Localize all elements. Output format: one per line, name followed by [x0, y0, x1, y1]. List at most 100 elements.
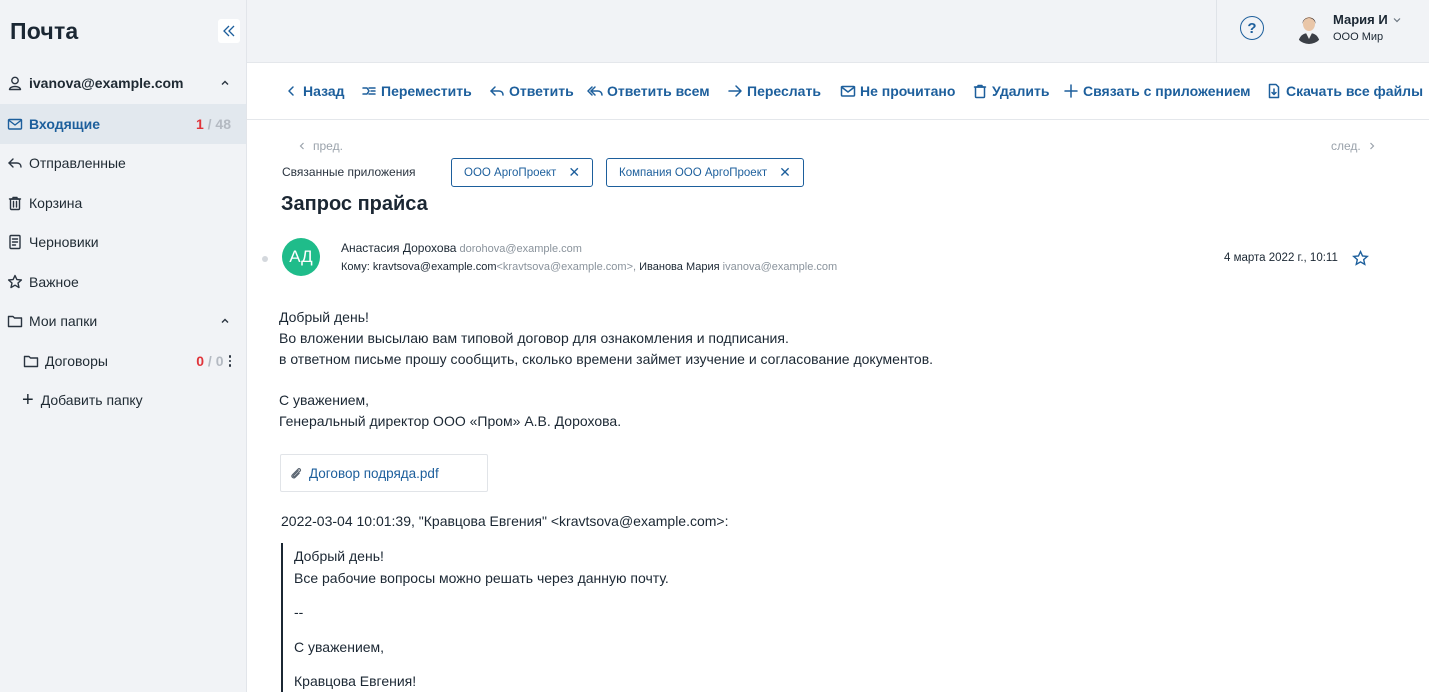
star-icon [6, 273, 24, 291]
chevron-up-icon[interactable] [219, 315, 231, 327]
to-prefix: Кому: [341, 261, 370, 273]
help-icon[interactable]: ? [1240, 16, 1264, 40]
download-all-label: Скачать все файлы [1286, 83, 1424, 99]
chip-label: ООО АргоПроект [464, 166, 557, 179]
sender-avatar: АД [282, 238, 320, 276]
delete-label: Удалить [992, 83, 1050, 99]
mark-unread-label: Не прочитано [860, 83, 956, 99]
to-line: Кому: kravtsova@example.com<kravtsova@ex… [341, 261, 837, 273]
body-line: Во вложении высылаю вам типовой договор … [279, 329, 789, 346]
close-icon[interactable]: ✕ [779, 164, 791, 181]
download-all-button[interactable]: Скачать все файлы [1266, 83, 1423, 99]
recipient-2-email: ivanova@example.com [722, 261, 838, 273]
paperclip-icon [291, 468, 302, 479]
link-app-label: Связать с приложением [1083, 83, 1251, 99]
inbox-counts: 1 / 48 [196, 116, 231, 132]
star-icon[interactable] [1352, 249, 1369, 267]
quote-line: Все рабочие вопросы можно решать через д… [294, 570, 669, 586]
sidebar-item-label: Мои папки [29, 313, 98, 330]
close-icon[interactable]: ✕ [568, 164, 580, 181]
recipient-2[interactable]: Иванова Мария [639, 261, 719, 273]
collapse-sidebar-button[interactable] [218, 19, 240, 43]
sidebar-item-inbox[interactable]: Входящие 1 / 48 [0, 104, 246, 144]
total-count: 0 [215, 352, 224, 369]
add-folder-button[interactable]: + Добавить папку [0, 381, 246, 421]
account-row[interactable]: ivanova@example.com [0, 62, 246, 104]
sidebar-item-drafts[interactable]: Черновики [0, 223, 246, 263]
download-file-icon [1268, 83, 1280, 99]
quote-line: Кравцова Евгения! [294, 673, 417, 689]
trash-icon [973, 84, 987, 99]
message-date: 4 марта 2022 г., 10:11 [1224, 252, 1338, 264]
reply-button[interactable]: Ответить [489, 83, 574, 99]
envelope-icon [6, 115, 24, 133]
user-menu[interactable]: Мария И [1333, 12, 1402, 27]
body-line: Добрый день! [279, 309, 369, 325]
reply-icon [490, 86, 504, 96]
move-button[interactable]: Переместить [361, 83, 472, 99]
move-icon [362, 87, 376, 95]
quote-header: 2022-03-04 10:01:39, "Кравцова Евгения" … [281, 513, 729, 529]
draft-icon [6, 233, 24, 251]
next-message-button[interactable]: след. [1331, 139, 1377, 153]
sender-email: dorohova@example.com [459, 243, 582, 255]
quote-line: С уважением, [294, 639, 385, 655]
related-app-chip[interactable]: ООО АргоПроект ✕ [451, 158, 594, 187]
sender-name[interactable]: Анастасия Дорохова [341, 241, 456, 255]
sidebar-item-label: Отправленные [29, 155, 126, 172]
user-org: ООО Мир [1333, 31, 1384, 43]
quoted-message: Добрый день! Все рабочие вопросы можно р… [281, 543, 981, 692]
plus-icon [1064, 84, 1078, 98]
recipient-1[interactable]: kravtsova@example.com [373, 261, 497, 273]
unread-count: 1 [195, 115, 204, 132]
user-name: Мария И [1333, 12, 1388, 27]
chevron-left-icon [299, 142, 304, 150]
related-app-chip[interactable]: Компания ООО АргоПроект ✕ [606, 158, 804, 187]
user-icon [6, 74, 24, 92]
read-status-dot[interactable] [262, 256, 268, 262]
message-body: Добрый день! Во вложении высылаю вам тип… [279, 307, 933, 432]
from-line: Анастасия Дорохова dorohova@example.com [341, 241, 582, 255]
body-line: в ответном письме прошу сообщить, скольк… [279, 350, 934, 367]
message-toolbar: Назад Переместить Ответить Ответить всем… [247, 63, 1429, 120]
sidebar-item-trash[interactable]: Корзина [0, 183, 246, 223]
folder-icon [22, 352, 40, 370]
user-avatar[interactable] [1294, 12, 1324, 44]
arrow-right-icon [728, 85, 742, 97]
plus-icon: + [22, 389, 34, 412]
account-email: ivanova@example.com [29, 75, 184, 91]
back-label: Назад [303, 83, 345, 99]
chevron-up-icon[interactable] [219, 77, 231, 89]
sidebar-item-contracts[interactable]: Договоры 0 / 0 [0, 341, 246, 381]
reply-label: Ответить [509, 83, 574, 99]
sidebar-item-important[interactable]: Важное [0, 262, 246, 302]
prev-label: пред. [313, 139, 343, 153]
chevron-down-icon [1393, 17, 1401, 22]
body-line [279, 369, 933, 390]
sidebar-item-label: Договоры [45, 352, 108, 369]
reply-all-button[interactable]: Ответить всем [587, 83, 710, 99]
envelope-icon [840, 85, 856, 97]
sidebar-item-label: Черновики [29, 234, 99, 251]
back-button[interactable]: Назад [283, 83, 345, 99]
delete-button[interactable]: Удалить [972, 83, 1049, 99]
attachment[interactable]: Договор подряда.pdf [280, 454, 488, 492]
contracts-counts: 0 / 0 [196, 353, 223, 369]
sidebar-item-label: Входящие [29, 115, 100, 132]
link-app-button[interactable]: Связать с приложением [1063, 83, 1251, 99]
folder-icon [6, 312, 24, 330]
trash-icon [6, 194, 24, 212]
sidebar-item-my-folders[interactable]: Мои папки [0, 302, 246, 342]
prev-message-button[interactable]: пред. [297, 139, 343, 153]
recipient-1-full: <kravtsova@example.com>, [496, 261, 637, 273]
mark-unread-button[interactable]: Не прочитано [840, 83, 955, 99]
next-label: след. [1331, 139, 1361, 153]
chip-label: Компания ООО АргоПроект [619, 166, 768, 179]
quote-line: Добрый день! [294, 548, 384, 564]
sidebar-item-sent[interactable]: Отправленные [0, 144, 246, 184]
chevron-left-icon [288, 86, 294, 96]
forward-button[interactable]: Переслать [727, 83, 821, 99]
total-count: 48 [215, 115, 231, 132]
reply-all-icon [587, 86, 603, 96]
more-vertical-icon[interactable] [228, 355, 231, 367]
